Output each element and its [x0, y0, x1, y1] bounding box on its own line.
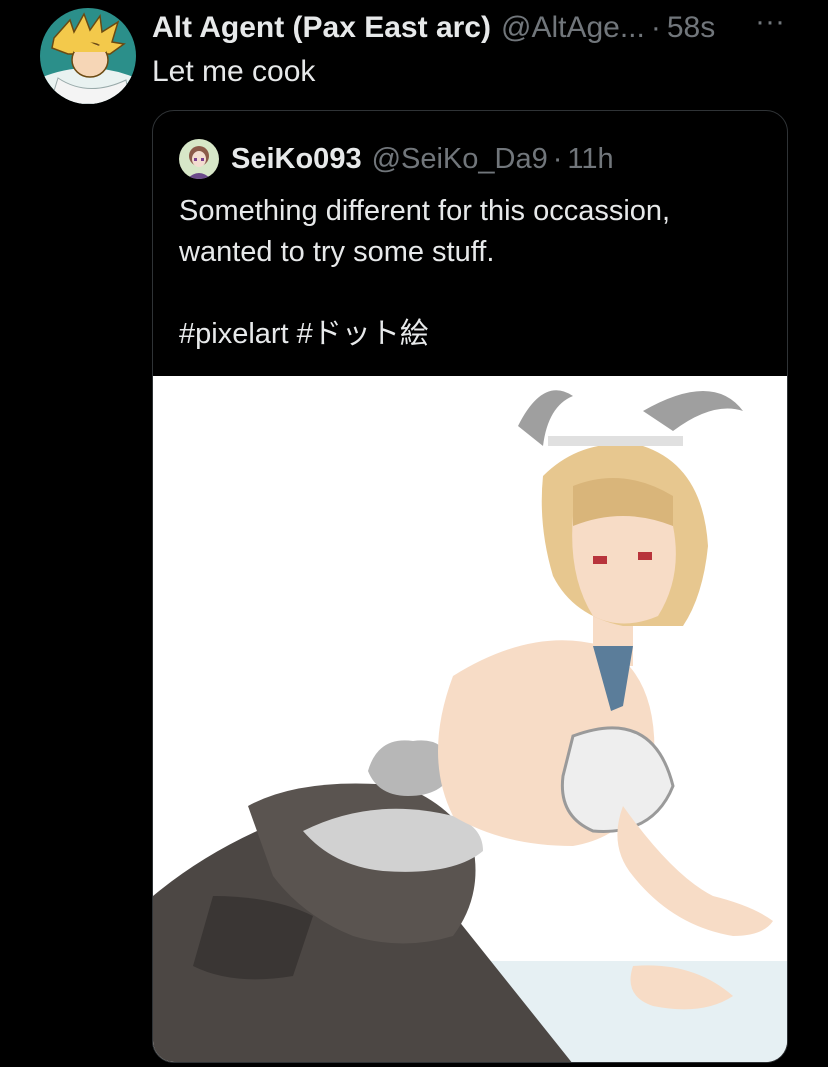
quoted-tweet-card[interactable]: SeiKo093 @SeiKo_Da9 · 11h Something diff…	[152, 110, 788, 1063]
more-horizontal-icon[interactable]: ···	[752, 7, 788, 42]
quoted-author-name[interactable]: SeiKo093	[231, 143, 362, 176]
quoted-author-handle[interactable]: @SeiKo_Da9	[372, 143, 548, 176]
tweet-text: Let me cook	[152, 55, 316, 88]
quoted-tweet-header: SeiKo093 @SeiKo_Da9 · 11h	[179, 139, 614, 179]
separator-dot: ·	[552, 142, 563, 175]
pixel-art-illustration	[153, 376, 787, 1062]
quoted-timestamp[interactable]: 11h	[567, 143, 613, 176]
quoted-media-image[interactable]	[153, 376, 787, 1062]
quoted-text-line: Something different for this occassion,	[179, 195, 671, 227]
timestamp[interactable]: 58s	[667, 11, 715, 45]
separator-dot: ·	[650, 11, 661, 44]
pixel-character-avatar-icon	[179, 139, 219, 179]
anime-character-avatar-icon	[40, 8, 136, 104]
author-name[interactable]: Alt Agent (Pax East arc)	[152, 11, 491, 45]
quoted-hashtags[interactable]: #pixelart #ドット絵	[179, 314, 769, 355]
author-handle[interactable]: @AltAge...	[501, 11, 645, 45]
tweet-header: Alt Agent (Pax East arc) @AltAge... · 58…	[152, 8, 792, 48]
quoted-tweet-text: Something different for this occassion, …	[179, 191, 769, 355]
quoted-text-line: wanted to try some stuff.	[179, 236, 495, 268]
quoted-author-avatar	[179, 139, 219, 179]
author-avatar[interactable]	[40, 8, 136, 104]
